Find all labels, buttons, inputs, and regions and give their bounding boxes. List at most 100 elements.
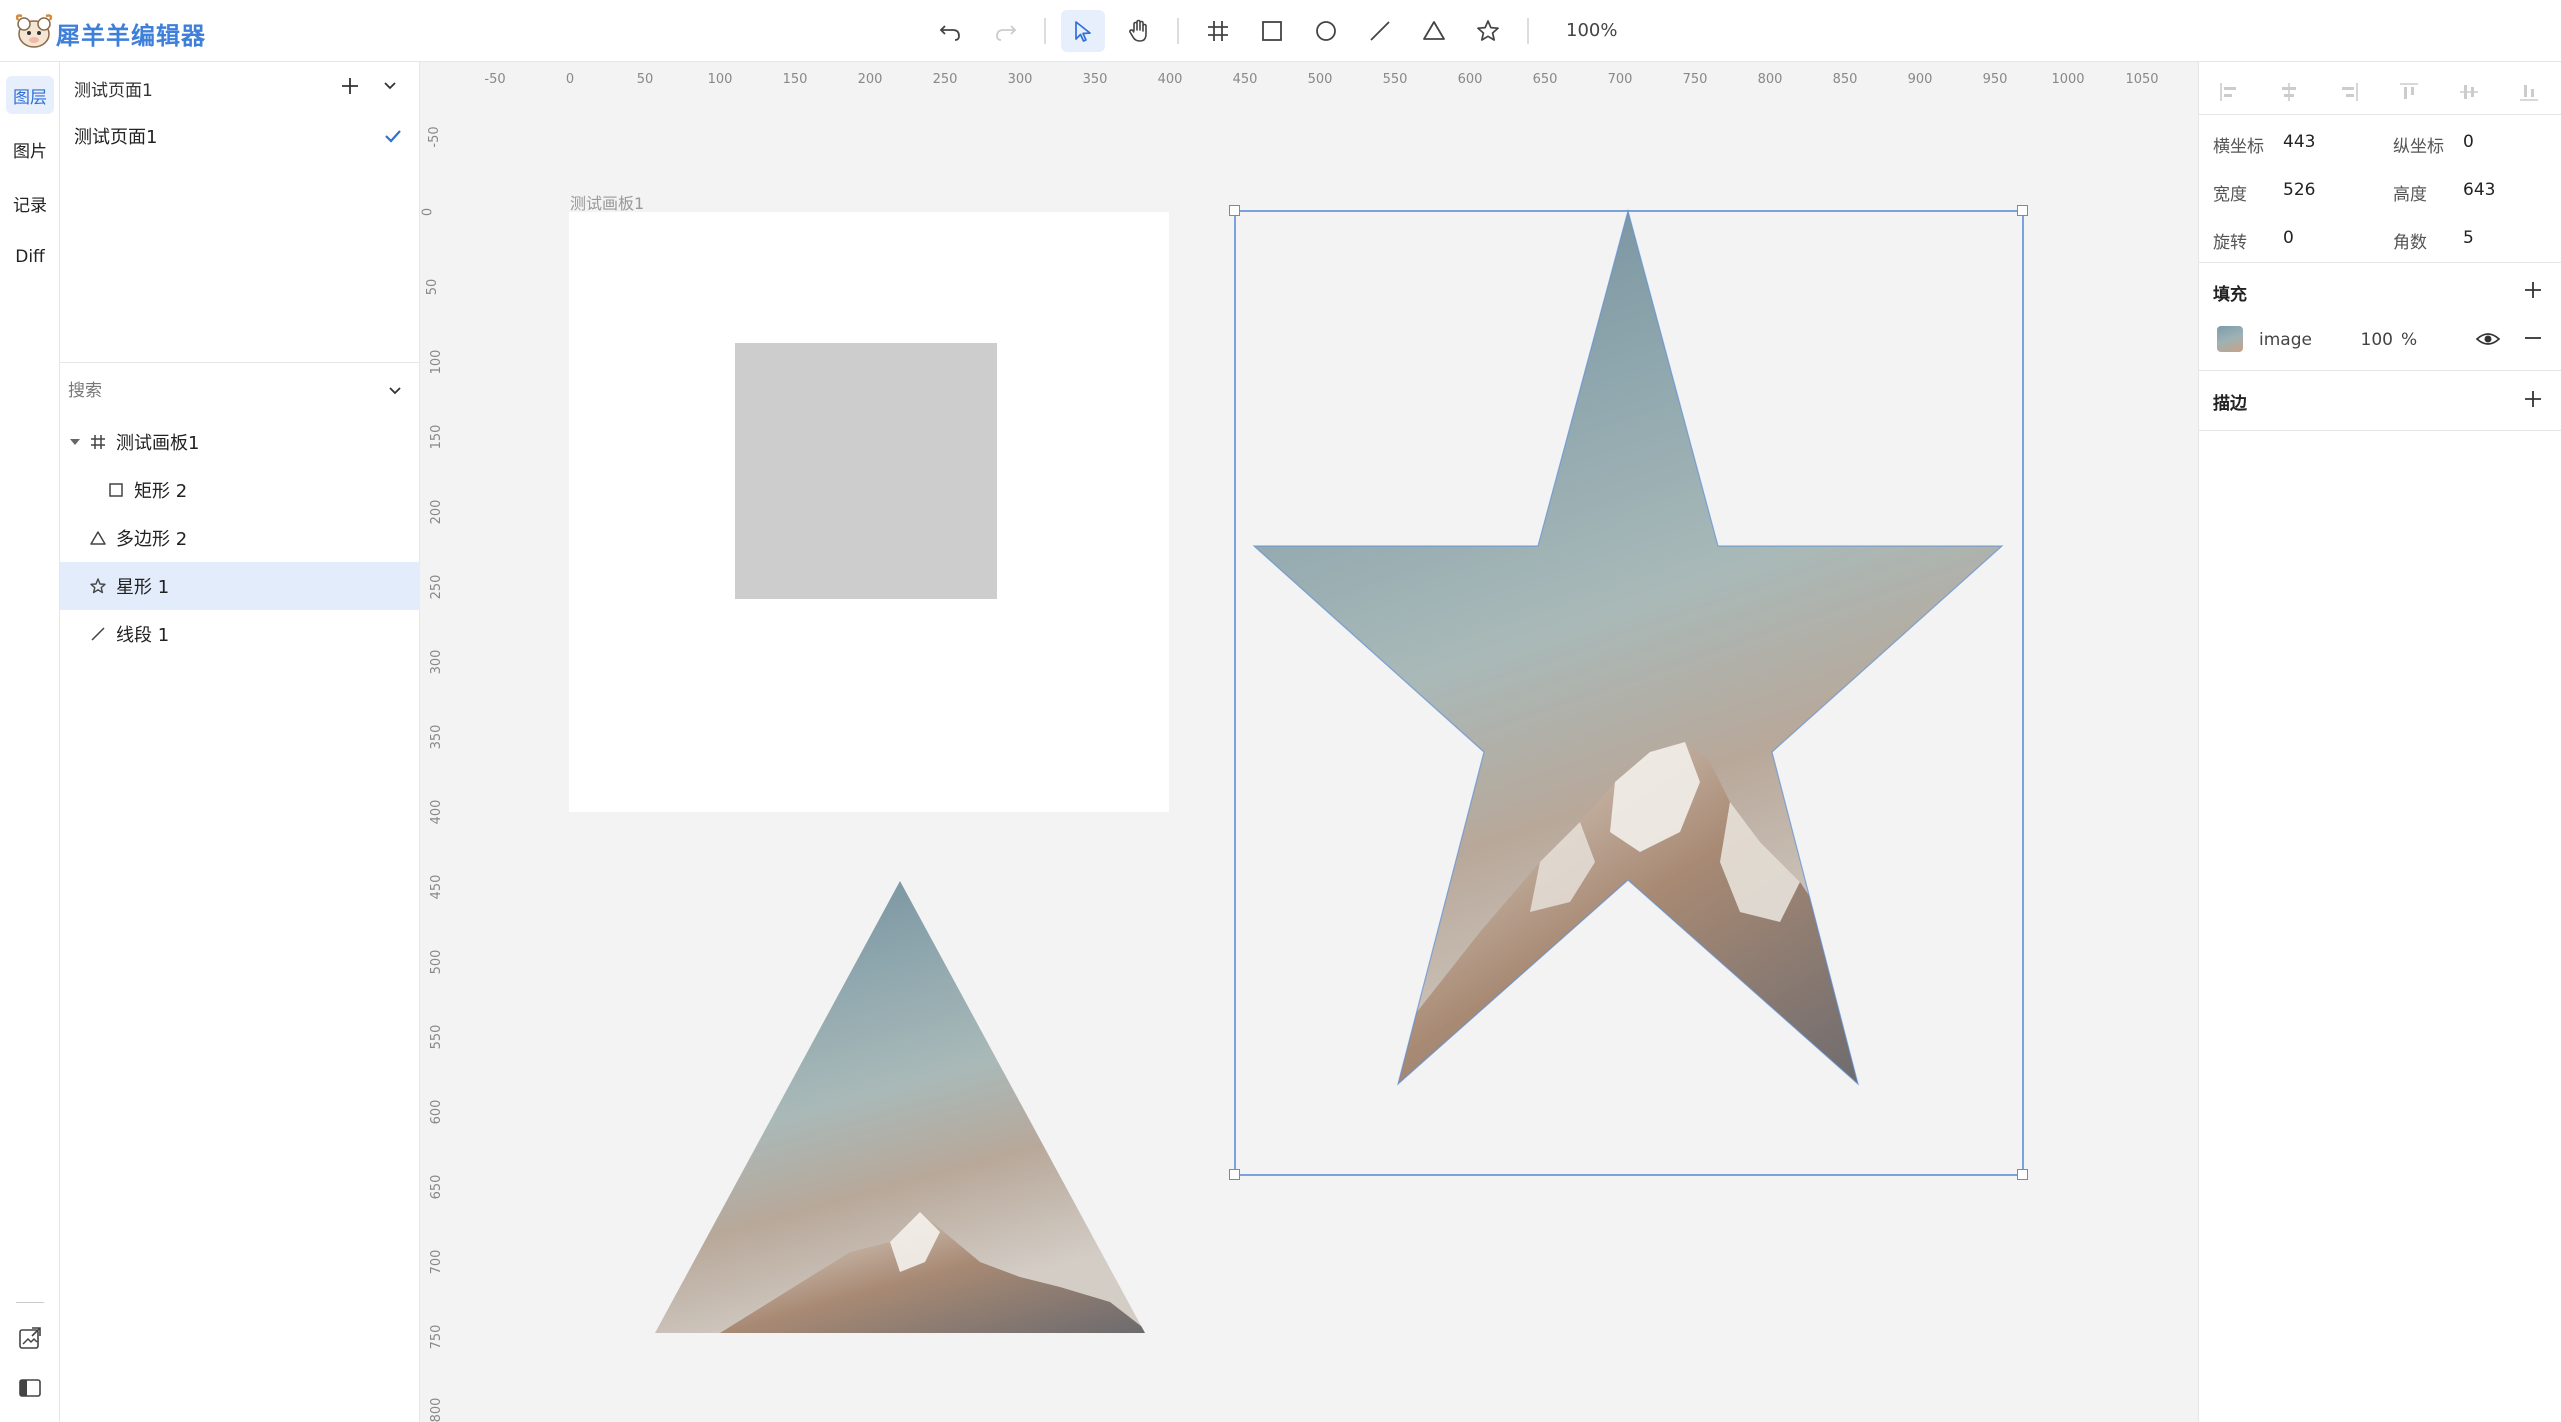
- align-right-button[interactable]: [2335, 78, 2363, 106]
- check-icon: [385, 130, 401, 143]
- page-list: 测试页面1: [60, 112, 420, 160]
- star-icon: [88, 576, 108, 596]
- rectangle-tool-button[interactable]: [1250, 10, 1294, 52]
- triangle-shape[interactable]: [650, 877, 1150, 1337]
- x-input[interactable]: [2283, 127, 2383, 157]
- align-left-button[interactable]: [2215, 78, 2243, 106]
- select-tool-button[interactable]: [1061, 10, 1105, 52]
- toolbar-divider: [1177, 18, 1179, 44]
- star-shape[interactable]: [1250, 207, 2010, 1087]
- resize-handle-bottom-left[interactable]: [1229, 1169, 1240, 1180]
- sidebar-toggle-icon: [19, 1379, 41, 1397]
- divider: [2199, 262, 2561, 263]
- properties-panel: 横坐标 纵坐标 宽度 高度 旋转 角数 填充 image % 描边: [2198, 62, 2561, 1422]
- caret-down-icon[interactable]: [68, 435, 82, 449]
- width-input[interactable]: [2283, 175, 2383, 205]
- collapse-pages-button[interactable]: [376, 72, 404, 100]
- toolbar-divider: [1044, 18, 1046, 44]
- layer-item-polygon[interactable]: 多边形 2: [60, 514, 420, 562]
- x-label: 横坐标: [2213, 137, 2264, 157]
- layer-label: 多边形 2: [116, 529, 188, 550]
- export-image-button[interactable]: [14, 1322, 46, 1354]
- star-icon: [1477, 20, 1499, 41]
- panel-divider: [60, 362, 420, 363]
- remove-fill-button[interactable]: [2521, 326, 2545, 350]
- resize-handle-bottom-right[interactable]: [2017, 1169, 2028, 1180]
- redo-icon: [996, 25, 1017, 41]
- fill-type-label: image: [2259, 330, 2312, 350]
- hand-tool-button[interactable]: [1117, 10, 1161, 52]
- fill-opacity-input[interactable]: [2345, 325, 2393, 355]
- page-name: 测试页面1: [74, 127, 158, 148]
- polygon-tool-button[interactable]: [1412, 10, 1456, 52]
- ellipse-icon: [1316, 21, 1336, 41]
- layer-label: 测试画板1: [116, 433, 200, 454]
- y-input[interactable]: [2463, 127, 2561, 157]
- layer-label: 矩形 2: [134, 481, 188, 502]
- layer-item-artboard[interactable]: 测试画板1: [60, 418, 420, 466]
- current-page-title: 测试页面1: [74, 81, 153, 101]
- align-center-v-button[interactable]: [2455, 78, 2483, 106]
- divider: [2199, 430, 2561, 431]
- chevron-down-icon[interactable]: [384, 380, 406, 402]
- layer-item-star[interactable]: 星形 1: [60, 562, 420, 610]
- corner-count-input[interactable]: [2463, 223, 2561, 253]
- layer-search-input[interactable]: [66, 374, 366, 408]
- cursor-icon: [1075, 21, 1091, 42]
- undo-icon: [939, 25, 960, 41]
- ellipse-tool-button[interactable]: [1304, 10, 1348, 52]
- rotation-label: 旋转: [2213, 233, 2247, 253]
- sidebar-toggle-button[interactable]: [14, 1372, 46, 1404]
- page-header: 测试页面1: [60, 62, 420, 108]
- top-toolbar: 犀羊羊编辑器 100%: [0, 0, 2561, 62]
- add-fill-button[interactable]: [2521, 278, 2545, 302]
- y-label: 纵坐标: [2393, 137, 2444, 157]
- shapes-layer: [650, 207, 2024, 1337]
- resize-handle-top-left[interactable]: [1229, 205, 1240, 216]
- rail-item-diff[interactable]: Diff: [6, 238, 54, 276]
- fill-section-title: 填充: [2213, 285, 2247, 305]
- eye-icon[interactable]: [2475, 326, 2501, 352]
- triangle-icon: [88, 528, 108, 548]
- rectangle-icon: [1262, 21, 1282, 41]
- layer-label: 线段 1: [116, 625, 170, 646]
- frame-icon: [1208, 21, 1228, 41]
- divider: [2199, 114, 2561, 115]
- rail-item-history[interactable]: 记录: [6, 184, 54, 222]
- rail-item-layers[interactable]: 图层: [6, 76, 54, 114]
- divider: [2199, 370, 2561, 371]
- align-left-icon: [2220, 83, 2236, 101]
- design-canvas[interactable]: -50 0 50 100 150 200 250 300 350 400 450…: [420, 62, 2198, 1422]
- add-stroke-button[interactable]: [2521, 387, 2545, 411]
- layer-item-rectangle[interactable]: 矩形 2: [60, 466, 420, 514]
- line-tool-button[interactable]: [1358, 10, 1402, 52]
- align-center-v-icon: [2460, 85, 2478, 99]
- layer-item-line[interactable]: 线段 1: [60, 610, 420, 658]
- hand-icon: [1129, 19, 1147, 42]
- export-image-icon: [19, 1327, 41, 1349]
- sheep-logo-icon: [15, 14, 53, 48]
- rotation-input[interactable]: [2283, 223, 2383, 253]
- rail-item-images[interactable]: 图片: [6, 130, 54, 168]
- align-top-icon: [2400, 83, 2418, 99]
- redo-button[interactable]: [984, 10, 1028, 52]
- toolbar-divider: [1527, 18, 1529, 44]
- resize-handle-top-right[interactable]: [2017, 205, 2028, 216]
- star-tool-button[interactable]: [1466, 10, 1510, 52]
- zoom-level[interactable]: 100%: [1566, 20, 1617, 41]
- align-bottom-icon: [2520, 85, 2538, 101]
- add-page-button[interactable]: [336, 72, 364, 100]
- height-input[interactable]: [2463, 175, 2561, 205]
- align-top-button[interactable]: [2395, 78, 2423, 106]
- fill-opacity-unit: %: [2401, 330, 2418, 350]
- corner-count-label: 角数: [2393, 233, 2427, 253]
- page-list-item[interactable]: 测试页面1: [60, 112, 420, 160]
- layer-search: [60, 368, 420, 414]
- align-bottom-button[interactable]: [2515, 78, 2543, 106]
- fill-image-thumbnail[interactable]: [2217, 326, 2243, 352]
- align-center-h-button[interactable]: [2275, 78, 2303, 106]
- undo-button[interactable]: [928, 10, 972, 52]
- frame-tool-button[interactable]: [1196, 10, 1240, 52]
- layer-tree: 测试画板1 矩形 2 多边形 2 星形 1 线段 1: [60, 418, 420, 658]
- app-title: 犀羊羊编辑器: [56, 22, 206, 50]
